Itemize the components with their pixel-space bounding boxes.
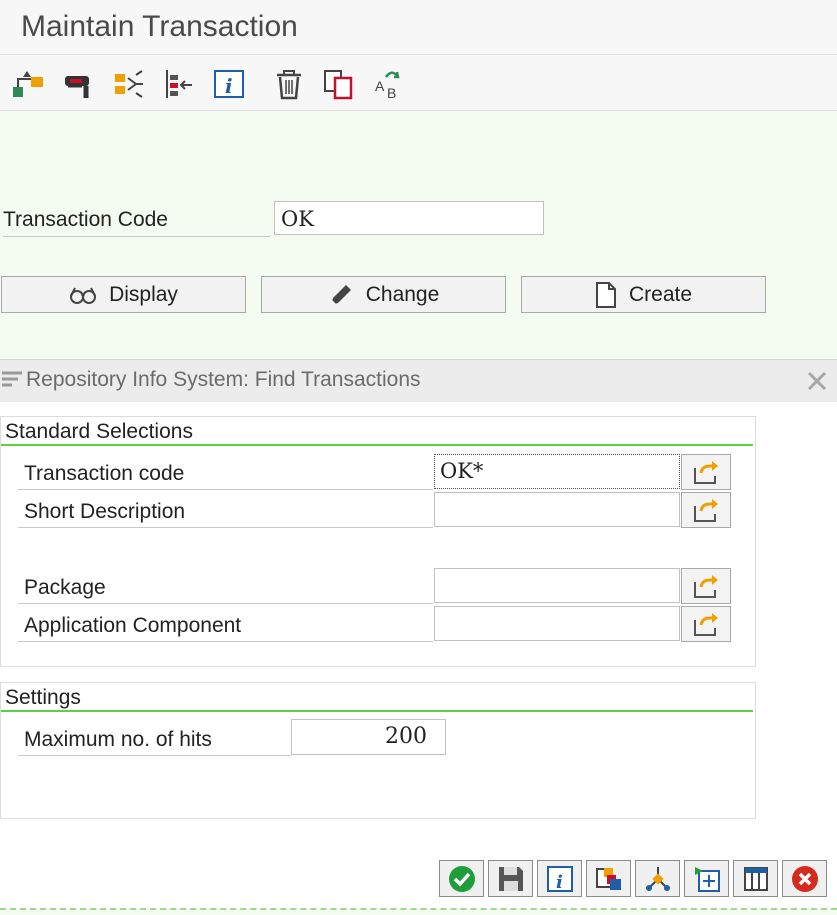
max-hits-label: Maximum no. of hits <box>18 721 291 756</box>
execute-button[interactable] <box>439 860 484 897</box>
dialog-title: Repository Info System: Find Transaction… <box>26 368 421 391</box>
max-hits-input[interactable]: 200 <box>291 719 446 755</box>
layout-button[interactable] <box>733 860 778 897</box>
transaction-code-input[interactable]: OK <box>274 201 544 235</box>
save-icon <box>498 866 523 891</box>
cancel-button[interactable] <box>782 860 827 897</box>
new-document-icon <box>595 281 616 308</box>
svg-text:B: B <box>387 85 396 101</box>
info-icon: i <box>546 865 573 893</box>
short-description-input[interactable] <box>434 492 680 527</box>
package-input[interactable] <box>434 568 680 603</box>
navigation-icon[interactable] <box>112 67 146 101</box>
dialog-header: Repository Info System: Find Transaction… <box>0 359 837 402</box>
multiple-selection-arrow-icon <box>694 613 718 636</box>
group-divider <box>1 710 753 712</box>
transaction-code-field-label: Transaction code <box>18 454 433 490</box>
application-toolbar: i AB <box>0 55 837 111</box>
pencil-icon <box>330 284 351 305</box>
execute-icon <box>448 865 475 892</box>
save-variant-button[interactable] <box>488 860 533 897</box>
application-component-label: Application Component <box>18 606 433 642</box>
main-area: Transaction Code OK Display Change Creat… <box>0 111 837 359</box>
structure-icon[interactable] <box>161 67 195 101</box>
multiple-selection-button[interactable] <box>681 568 731 604</box>
delete-icon[interactable] <box>272 67 306 101</box>
change-button[interactable]: Change <box>261 276 506 313</box>
split-button[interactable] <box>635 860 680 897</box>
short-description-label: Short Description <box>18 492 433 528</box>
group-divider <box>1 444 753 446</box>
status-bar <box>0 908 837 915</box>
glasses-icon <box>70 287 97 304</box>
display-button-label: Display <box>109 282 178 306</box>
info-icon[interactable]: i <box>212 67 246 101</box>
copy-icon[interactable] <box>322 67 356 101</box>
settings-group: Settings Maximum no. of hits 200 <box>0 682 756 819</box>
add-button[interactable] <box>684 860 729 897</box>
multiple-selection-icon <box>595 867 621 890</box>
rename-icon[interactable]: AB <box>372 67 406 101</box>
split-icon <box>645 866 670 891</box>
svg-text:i: i <box>225 74 233 98</box>
cancel-icon <box>791 865 818 892</box>
transaction-code-field-input[interactable]: OK* <box>434 454 680 489</box>
standard-selections-group: Standard Selections Transaction code OK*… <box>0 416 756 667</box>
close-icon[interactable] <box>806 370 828 392</box>
multiple-selection-arrow-icon <box>694 575 718 598</box>
standard-selections-title: Standard Selections <box>5 420 193 443</box>
display-button[interactable]: Display <box>1 276 246 313</box>
svg-text:i: i <box>556 872 563 893</box>
multiple-selection-button[interactable] <box>681 454 731 490</box>
package-label: Package <box>18 568 433 604</box>
create-button-label: Create <box>628 282 693 306</box>
multiple-selection-arrow-icon <box>694 461 718 484</box>
object-hierarchy-icon[interactable] <box>11 67 45 101</box>
svg-text:A: A <box>375 78 385 94</box>
change-button-label: Change <box>365 282 440 306</box>
where-used-icon[interactable] <box>62 67 96 101</box>
create-button[interactable]: Create <box>521 276 766 313</box>
multiple-selection-footer-button[interactable] <box>586 860 631 897</box>
transaction-code-label: Transaction Code <box>3 207 270 237</box>
layout-icon <box>743 866 768 891</box>
title-bar: Maintain Transaction <box>0 0 837 55</box>
info-button[interactable]: i <box>537 860 582 897</box>
multiple-selection-button[interactable] <box>681 606 731 642</box>
multiple-selection-arrow-icon <box>694 499 718 522</box>
add-icon <box>694 866 720 892</box>
application-component-input[interactable] <box>434 606 680 641</box>
settings-title: Settings <box>5 686 81 709</box>
multiple-selection-button[interactable] <box>681 492 731 528</box>
dialog-menu-icon <box>2 371 22 387</box>
page-title: Maintain Transaction <box>21 10 298 43</box>
